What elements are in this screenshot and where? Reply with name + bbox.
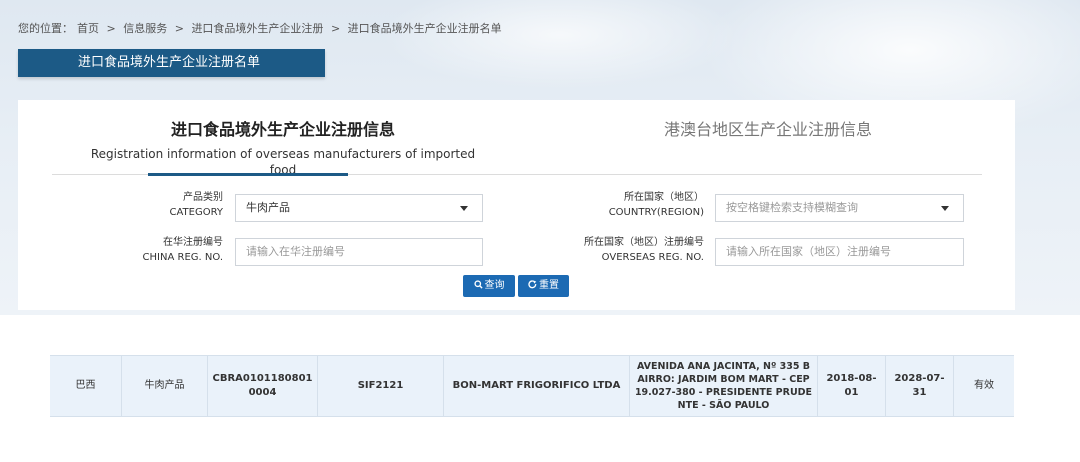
category-select-value: 牛肉产品 (246, 201, 290, 214)
cell-china-reg-no: CBRA01011808010004 (208, 356, 318, 416)
category-label-en: CATEGORY (169, 207, 223, 218)
breadcrumb-separator: > (106, 22, 116, 35)
refresh-icon (528, 280, 537, 289)
country-label-zh: 所在国家（地区） (624, 192, 704, 203)
cell-expiry-date: 2028-07-31 (886, 356, 954, 416)
breadcrumb-prefix: 您的位置： (18, 22, 73, 35)
table-row[interactable]: 巴西 牛肉产品 CBRA01011808010004 SIF2121 BON-M… (50, 355, 1014, 417)
china-reg-label-zh: 在华注册编号 (163, 237, 223, 248)
reset-button-label: 重置 (539, 280, 559, 291)
tab-active-indicator (148, 173, 348, 176)
country-label: 所在国家（地区） COUNTRY(REGION) (558, 190, 704, 220)
china-reg-label-en: CHINA REG. NO. (142, 252, 223, 263)
breadcrumb-home[interactable]: 首页 (77, 22, 99, 35)
cell-reg-date: 2018-08-01 (818, 356, 886, 416)
china-reg-label: 在华注册编号 CHINA REG. NO. (118, 235, 223, 265)
cell-address: AVENIDA ANA JACINTA, Nº 335 BAIRRO: JARD… (630, 356, 818, 416)
breadcrumb-separator: > (330, 22, 341, 35)
tab-overseas-registration[interactable]: 进口食品境外生产企业注册信息 Registration information … (88, 120, 478, 178)
category-select[interactable]: 牛肉产品 (235, 194, 483, 222)
country-select[interactable]: 按空格键检索支持模糊查询 (715, 194, 964, 222)
search-card: 进口食品境外生产企业注册信息 Registration information … (18, 100, 1015, 310)
overseas-reg-label-en: OVERSEAS REG. NO. (601, 252, 704, 263)
cell-company: BON-MART FRIGORIFICO LTDA (444, 356, 630, 416)
country-label-en: COUNTRY(REGION) (608, 207, 704, 218)
category-label-zh: 产品类别 (183, 192, 223, 203)
breadcrumb-current: 进口食品境外生产企业注册名单 (347, 22, 502, 35)
cell-status: 有效 (974, 380, 994, 391)
overseas-reg-label: 所在国家（地区）注册编号 OVERSEAS REG. NO. (558, 235, 704, 265)
breadcrumb: 您的位置： 首页 > 信息服务 > 进口食品境外生产企业注册 > 进口食品境外生产… (18, 20, 506, 36)
search-button-label: 查询 (484, 280, 505, 291)
cell-country: 巴西 (50, 356, 122, 416)
overseas-reg-input[interactable]: 请输入所在国家（地区）注册编号 (715, 238, 964, 266)
china-reg-input[interactable]: 请输入在华注册编号 (235, 238, 483, 266)
category-label: 产品类别 CATEGORY (118, 190, 223, 220)
tab-hk-macao-taiwan[interactable]: 港澳台地区生产企业注册信息 (618, 120, 918, 140)
breadcrumb-separator: > (174, 22, 184, 35)
breadcrumb-info-service[interactable]: 信息服务 (123, 22, 167, 35)
country-select-placeholder: 按空格键检索支持模糊查询 (726, 201, 858, 214)
tab-overseas-title-zh: 进口食品境外生产企业注册信息 (170, 120, 395, 139)
reset-button[interactable]: 重置 (518, 275, 569, 297)
cell-overseas-reg-no: SIF2121 (318, 356, 444, 416)
page-title: 进口食品境外生产企业注册名单 (18, 49, 325, 77)
overseas-reg-placeholder: 请输入所在国家（地区）注册编号 (726, 245, 891, 258)
china-reg-placeholder: 请输入在华注册编号 (246, 245, 345, 258)
overseas-reg-label-zh: 所在国家（地区）注册编号 (584, 237, 704, 248)
search-button[interactable]: 查询 (463, 275, 515, 297)
cell-category: 牛肉产品 (122, 356, 208, 416)
caret-down-icon (941, 206, 949, 211)
search-icon (473, 280, 483, 289)
breadcrumb-registration[interactable]: 进口食品境外生产企业注册 (191, 22, 323, 35)
caret-down-icon (460, 206, 468, 211)
